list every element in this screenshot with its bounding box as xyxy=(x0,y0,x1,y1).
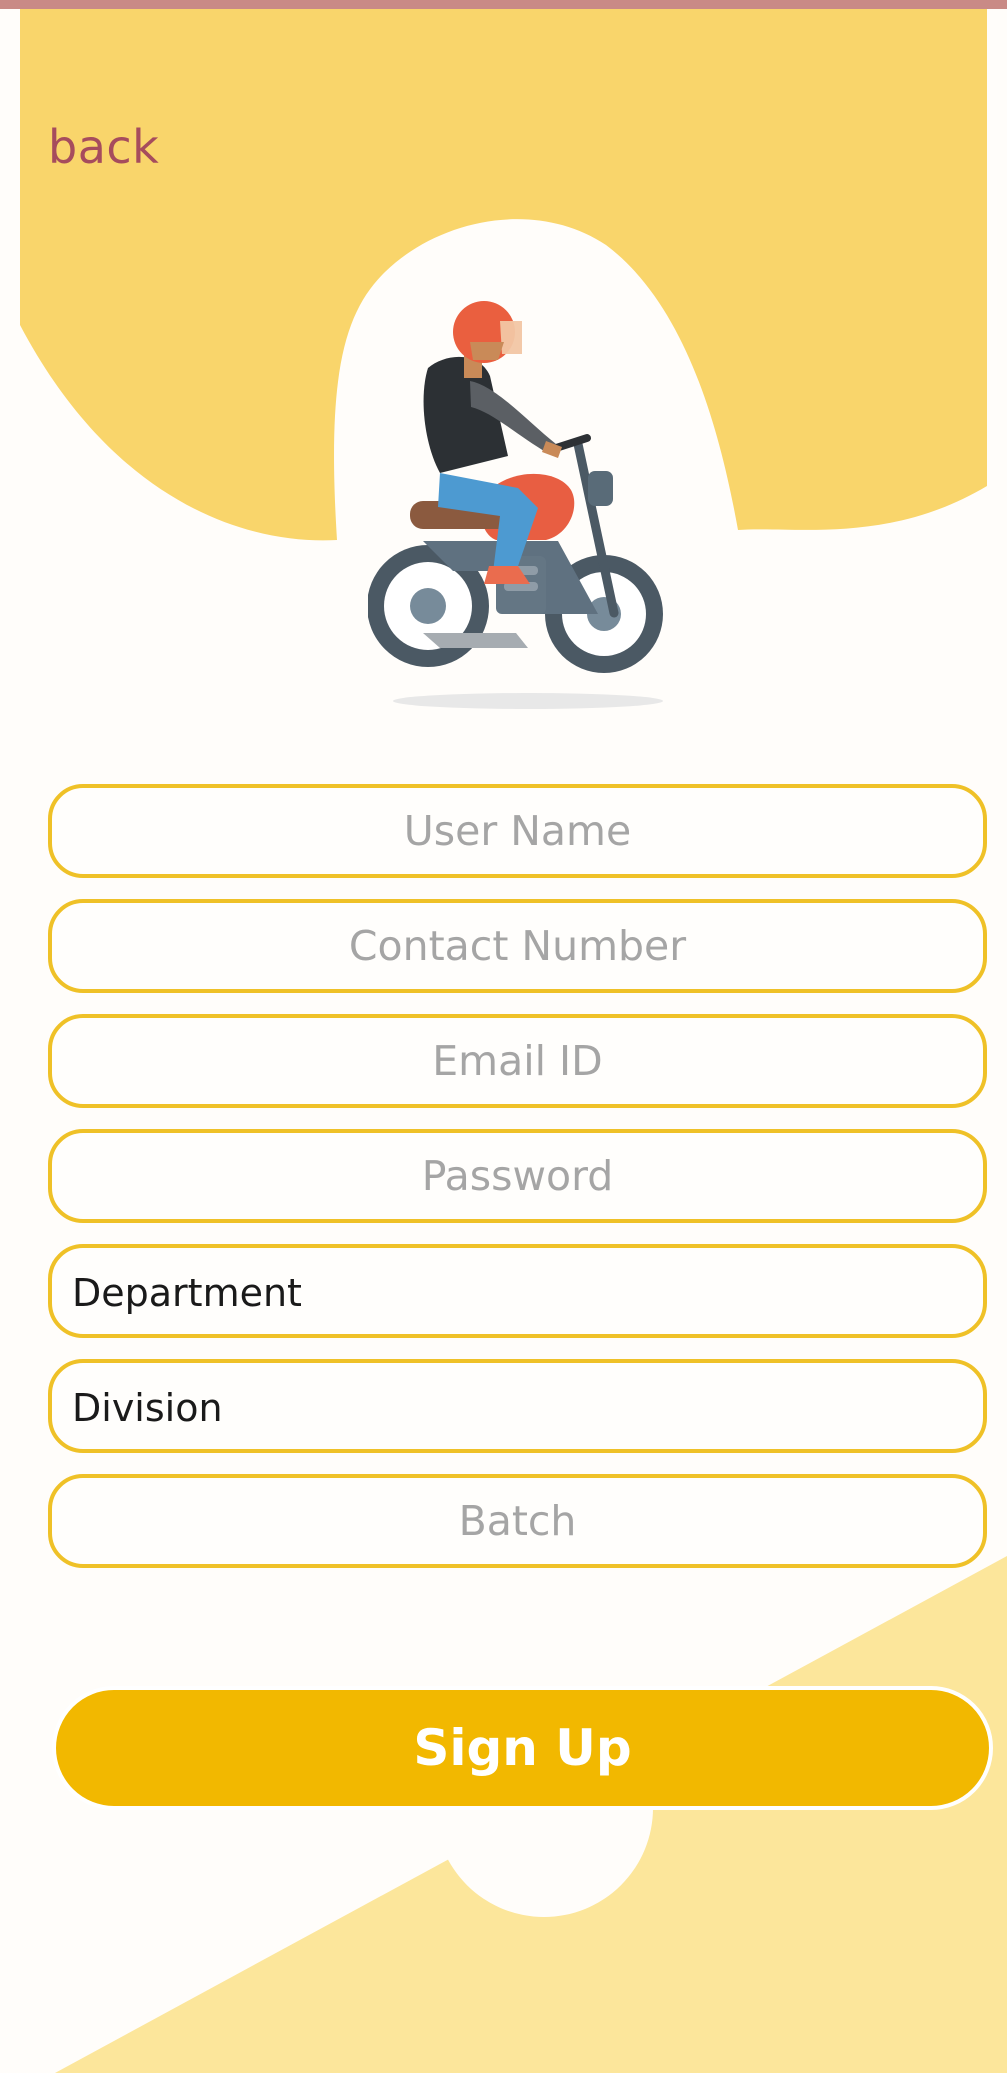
motorcycle-rider-icon xyxy=(368,301,663,709)
department-selected-value: Department xyxy=(72,1271,302,1315)
user-name-field[interactable] xyxy=(48,784,987,878)
headlight xyxy=(588,471,613,506)
division-select[interactable]: Division xyxy=(48,1359,987,1453)
exhaust-pipe xyxy=(423,633,528,648)
department-select[interactable]: Department xyxy=(48,1244,987,1338)
email-id-field[interactable] xyxy=(48,1014,987,1108)
division-selected-value: Division xyxy=(72,1386,223,1430)
user-name-input[interactable] xyxy=(52,788,983,874)
helmet-chin xyxy=(470,342,504,360)
contact-number-input[interactable] xyxy=(52,903,983,989)
email-id-input[interactable] xyxy=(52,1018,983,1104)
password-field[interactable] xyxy=(48,1129,987,1223)
rear-hub xyxy=(410,588,446,624)
batch-input[interactable] xyxy=(52,1478,983,1564)
rider-shadow xyxy=(393,693,663,709)
sign-up-button[interactable]: Sign Up xyxy=(52,1686,993,1810)
password-input[interactable] xyxy=(52,1133,983,1219)
back-link[interactable]: back xyxy=(48,120,159,174)
signup-screen: back User Name Contact Number Email ID D… xyxy=(0,0,1007,2073)
batch-field[interactable] xyxy=(48,1474,987,1568)
contact-number-field[interactable] xyxy=(48,899,987,993)
helmet-visor xyxy=(500,321,522,354)
